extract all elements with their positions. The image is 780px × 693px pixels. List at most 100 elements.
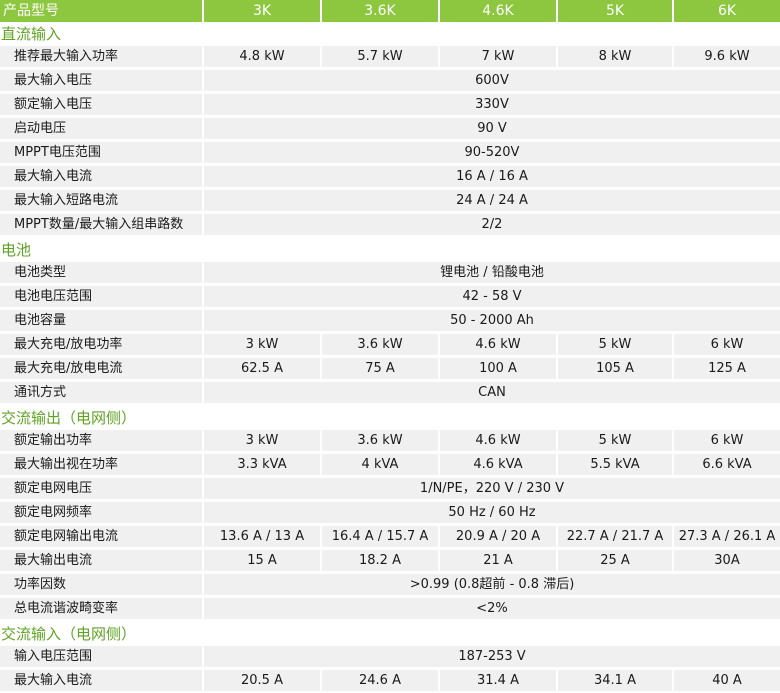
section-title: 交流输入（电网侧） <box>0 622 780 646</box>
row-value-merged: <2% <box>204 598 780 619</box>
row-label: 电池电压范围 <box>0 286 202 307</box>
row-label: 额定输出功率 <box>0 430 202 451</box>
row-label: 最大输入电压 <box>0 70 202 91</box>
table-row: 电池类型 锂电池 / 铅酸电池 <box>0 262 780 283</box>
row-value: 3.6 kW <box>322 430 438 451</box>
row-label: 电池类型 <box>0 262 202 283</box>
table-header-row: 产品型号 3K 3.6K 4.6K 5K 6K <box>0 0 780 22</box>
row-label: 额定输入电压 <box>0 94 202 115</box>
header-model-5k: 5K <box>558 0 672 22</box>
row-value: 4.8 kW <box>204 46 320 67</box>
row-value: 8 kW <box>558 46 672 67</box>
row-label: 最大输出电流 <box>0 550 202 571</box>
row-value-merged: 50 - 2000 Ah <box>204 310 780 331</box>
row-value: 40 A <box>674 670 780 691</box>
row-label: 最大输入短路电流 <box>0 190 202 211</box>
table-row: 最大输入电流 20.5 A 24.6 A 31.4 A 34.1 A 40 A <box>0 670 780 691</box>
row-value: 125 A <box>674 358 780 379</box>
table-row: 总电流谐波畸变率 <2% <box>0 598 780 619</box>
row-value: 20.9 A / 20 A <box>440 526 556 547</box>
row-value: 4 kVA <box>322 454 438 475</box>
row-value: 25 A <box>558 550 672 571</box>
header-model-3k: 3K <box>204 0 320 22</box>
row-value: 15 A <box>204 550 320 571</box>
row-label: 功率因数 <box>0 574 202 595</box>
row-value-merged: 50 Hz / 60 Hz <box>204 502 780 523</box>
row-value-merged: 330V <box>204 94 780 115</box>
row-label: 额定电网频率 <box>0 502 202 523</box>
table-row: 输入电压范围 187-253 V <box>0 646 780 667</box>
row-value: 16.4 A / 15.7 A <box>322 526 438 547</box>
row-value-merged: 2/2 <box>204 214 780 235</box>
row-value: 6.6 kVA <box>674 454 780 475</box>
row-value: 105 A <box>558 358 672 379</box>
row-label: 最大充电/放电电流 <box>0 358 202 379</box>
table-row: MPPT电压范围 90-520V <box>0 142 780 163</box>
row-value: 3.3 kVA <box>204 454 320 475</box>
table-row: 通讯方式 CAN <box>0 382 780 403</box>
row-value: 5.5 kVA <box>558 454 672 475</box>
row-label: MPPT数量/最大输入组串路数 <box>0 214 202 235</box>
table-row: 电池电压范围 42 - 58 V <box>0 286 780 307</box>
row-value-merged: 90-520V <box>204 142 780 163</box>
row-value: 6 kW <box>674 334 780 355</box>
row-label: 最大输入电流 <box>0 670 202 691</box>
row-label: MPPT电压范围 <box>0 142 202 163</box>
row-label: 额定电网输出电流 <box>0 526 202 547</box>
row-value: 34.1 A <box>558 670 672 691</box>
table-row: 电池容量 50 - 2000 Ah <box>0 310 780 331</box>
row-label: 通讯方式 <box>0 382 202 403</box>
row-value: 27.3 A / 26.1 A <box>674 526 780 547</box>
header-model-4-6k: 4.6K <box>440 0 556 22</box>
table-row: 最大输出视在功率 3.3 kVA 4 kVA 4.6 kVA 5.5 kVA 6.6 kV… <box>0 454 780 475</box>
row-value: 3 kW <box>204 334 320 355</box>
row-label: 最大输入电流 <box>0 166 202 187</box>
row-value: 5 kW <box>558 430 672 451</box>
table-row: 额定电网电压 1/N/PE，220 V / 230 V <box>0 478 780 499</box>
row-label: 推荐最大输入功率 <box>0 46 202 67</box>
row-value: 6 kW <box>674 430 780 451</box>
row-label: 电池容量 <box>0 310 202 331</box>
table-row: 推荐最大输入功率 4.8 kW 5.7 kW 7 kW 8 kW 9.6 kW <box>0 46 780 67</box>
table-row: 最大输入电流 16 A / 16 A <box>0 166 780 187</box>
table-row: 最大充电/放电功率 3 kW 3.6 kW 4.6 kW 5 kW 6 kW <box>0 334 780 355</box>
table-row: 功率因数 >0.99 (0.8超前 - 0.8 滞后) <box>0 574 780 595</box>
row-value: 31.4 A <box>440 670 556 691</box>
row-value-merged: 187-253 V <box>204 646 780 667</box>
row-label: 启动电压 <box>0 118 202 139</box>
row-value-merged: 600V <box>204 70 780 91</box>
row-label: 最大输出视在功率 <box>0 454 202 475</box>
table-row: 启动电压 90 V <box>0 118 780 139</box>
row-value: 5 kW <box>558 334 672 355</box>
row-value: 62.5 A <box>204 358 320 379</box>
header-label: 产品型号 <box>0 0 202 22</box>
row-value: 18.2 A <box>322 550 438 571</box>
section-title: 电池 <box>0 238 780 262</box>
row-value: 4.6 kW <box>440 430 556 451</box>
row-value-merged: >0.99 (0.8超前 - 0.8 滞后) <box>204 574 780 595</box>
row-value: 7 kW <box>440 46 556 67</box>
row-label: 额定电网电压 <box>0 478 202 499</box>
row-value: 3.6 kW <box>322 334 438 355</box>
row-value-merged: 1/N/PE，220 V / 230 V <box>204 478 780 499</box>
table-row: 最大输入短路电流 24 A / 24 A <box>0 190 780 211</box>
row-value-merged: 90 V <box>204 118 780 139</box>
table-row: 最大输入电压 600V <box>0 70 780 91</box>
row-value: 24.6 A <box>322 670 438 691</box>
row-label: 最大充电/放电功率 <box>0 334 202 355</box>
row-value: 9.6 kW <box>674 46 780 67</box>
row-label: 总电流谐波畸变率 <box>0 598 202 619</box>
section-title: 交流输出（电网侧） <box>0 406 780 430</box>
row-value: 22.7 A / 21.7 A <box>558 526 672 547</box>
row-value: 5.7 kW <box>322 46 438 67</box>
row-value-merged: 锂电池 / 铅酸电池 <box>204 262 780 283</box>
row-value: 4.6 kVA <box>440 454 556 475</box>
row-value-merged: 42 - 58 V <box>204 286 780 307</box>
table-row: 最大充电/放电电流 62.5 A 75 A 100 A 105 A 125 A <box>0 358 780 379</box>
row-value: 100 A <box>440 358 556 379</box>
row-value: 3 kW <box>204 430 320 451</box>
header-model-6k: 6K <box>674 0 780 22</box>
row-value: 21 A <box>440 550 556 571</box>
table-row: 额定电网输出电流 13.6 A / 13 A 16.4 A / 15.7 A 20.9… <box>0 526 780 547</box>
row-value: 30A <box>674 550 780 571</box>
